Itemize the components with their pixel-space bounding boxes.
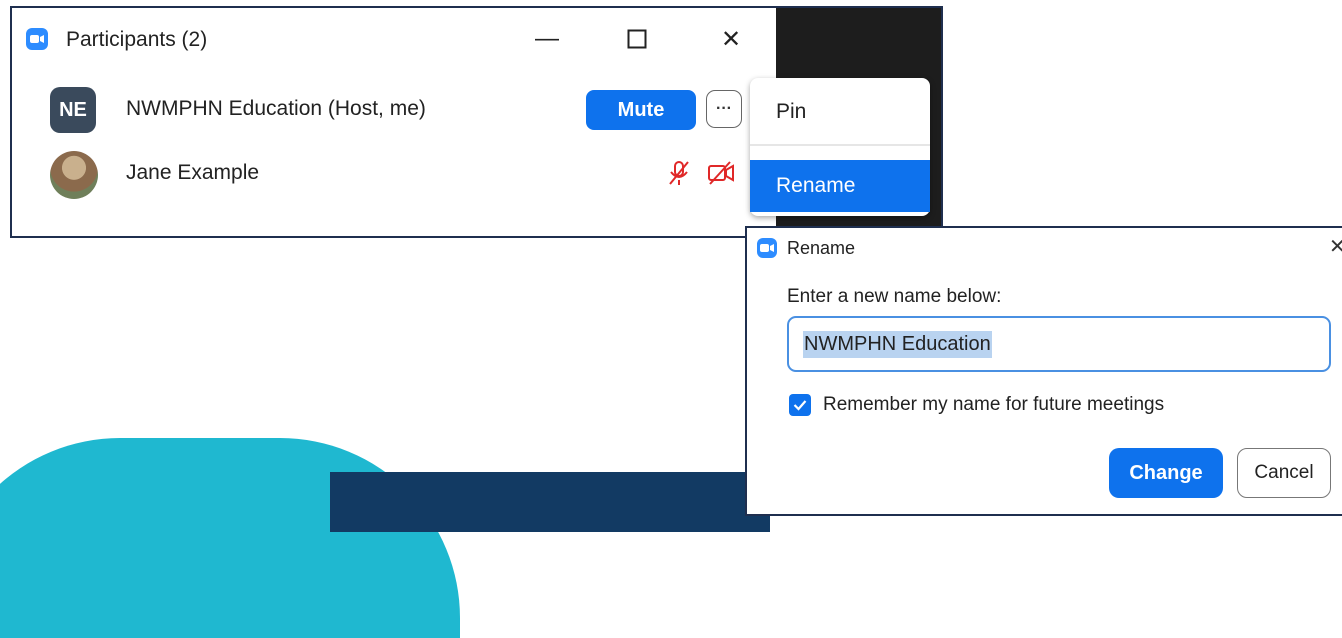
close-icon: ✕ [720, 25, 742, 53]
background-navy-shape [330, 472, 770, 532]
participants-title: Participants (2) [66, 28, 208, 51]
maximize-icon [627, 29, 647, 49]
remember-name-label[interactable]: Remember my name for future meetings [823, 394, 1164, 416]
participant-context-menu: Pin Rename [750, 78, 930, 216]
participant-name: Jane Example [126, 161, 260, 184]
checkmark-icon [793, 400, 807, 411]
minimize-icon: — [535, 25, 559, 52]
rename-prompt: Enter a new name below: [787, 286, 1002, 307]
zoom-app-icon [757, 238, 777, 258]
minimize-button[interactable]: — [532, 24, 562, 54]
participant-row[interactable]: Jane Example [12, 144, 776, 204]
zoom-app-icon [26, 28, 48, 50]
close-icon[interactable]: ✕ [1329, 234, 1342, 259]
menu-item-rename[interactable]: Rename [750, 160, 930, 212]
avatar [50, 151, 98, 199]
menu-item-label: Rename [776, 174, 856, 197]
remember-name-checkbox[interactable] [789, 394, 811, 416]
dialog-title: Rename [787, 238, 856, 258]
avatar: NE [50, 87, 96, 133]
background-teal-shape [0, 438, 460, 638]
menu-item-label: Pin [776, 100, 807, 123]
participant-name: NWMPHN Education (Host, me) [126, 97, 426, 120]
video-off-icon [708, 161, 734, 185]
maximize-button[interactable] [622, 24, 652, 54]
mute-button[interactable]: Mute [586, 90, 696, 130]
mic-muted-icon [669, 161, 689, 185]
name-input-value: NWMPHN Education [803, 330, 992, 358]
participant-row[interactable]: NE NWMPHN Education (Host, me) Mute ··· [12, 80, 776, 140]
cancel-button[interactable]: Cancel [1237, 448, 1331, 498]
participants-titlebar: Participants (2) — ✕ [12, 8, 776, 70]
more-options-button[interactable]: ··· [706, 90, 742, 128]
close-button[interactable]: ✕ [716, 24, 746, 54]
change-button[interactable]: Change [1109, 448, 1223, 498]
menu-item-pin[interactable]: Pin [750, 86, 930, 138]
menu-divider [750, 144, 930, 146]
name-input[interactable]: NWMPHN Education [787, 316, 1331, 372]
rename-dialog: Rename ✕ Enter a new name below: NWMPHN … [745, 226, 1342, 516]
